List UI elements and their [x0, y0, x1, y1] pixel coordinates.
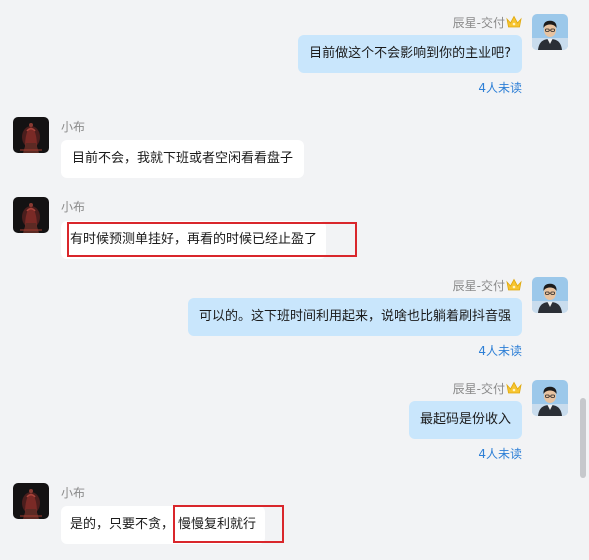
avatar-self[interactable]	[532, 380, 568, 416]
message-text-part: 是的，只要不贪，	[70, 517, 175, 532]
message-bubble-other[interactable]: 是的，只要不贪， 慢慢复利就行	[61, 506, 266, 544]
message-bubble-other[interactable]: 有时候预测单挂好，再看的时候已经止盈了	[61, 221, 327, 259]
avatar-xiaobu[interactable]	[13, 117, 49, 153]
crown-badge-icon	[506, 381, 522, 395]
sender-name-self: 辰星-交付	[453, 278, 522, 294]
avatar-self[interactable]	[532, 14, 568, 50]
unread-count-status[interactable]: 4人未读	[478, 446, 522, 462]
avatar-xiaobu[interactable]	[13, 483, 49, 519]
message-bubble-self[interactable]: 目前做这个不会影响到你的主业吧?	[298, 35, 522, 73]
avatar-self[interactable]	[532, 277, 568, 313]
unread-count-status[interactable]: 4人未读	[478, 343, 522, 359]
message-text-part: 慢慢复利就行	[178, 517, 257, 532]
sender-name-label: 辰星-交付	[452, 279, 505, 293]
crown-badge-icon	[506, 278, 522, 292]
message-bubble-other[interactable]: 目前不会，我就下班或者空闲看看盘子	[61, 140, 305, 178]
chat-message-list[interactable]: 辰星-交付 目前做这个不会影响到你的主业吧? 4人未读 小布 目前不会，我就下班…	[0, 0, 589, 560]
sender-name-self: 辰星-交付	[453, 381, 522, 397]
sender-name-other: 小布	[61, 120, 86, 134]
unread-count-status[interactable]: 4人未读	[478, 80, 522, 96]
sender-name-label: 辰星-交付	[452, 16, 505, 30]
sender-name-self: 辰星-交付	[453, 15, 522, 31]
message-bubble-self[interactable]: 最起码是份收入	[408, 401, 522, 439]
sender-name-label: 辰星-交付	[452, 382, 505, 396]
crown-badge-icon	[506, 15, 522, 29]
message-bubble-self[interactable]: 可以的。这下班时间利用起来，说啥也比躺着刷抖音强	[187, 298, 522, 336]
avatar-xiaobu[interactable]	[13, 197, 49, 233]
sender-name-other: 小布	[61, 200, 86, 214]
sender-name-other: 小布	[61, 486, 86, 500]
vertical-scrollbar[interactable]	[580, 398, 586, 478]
